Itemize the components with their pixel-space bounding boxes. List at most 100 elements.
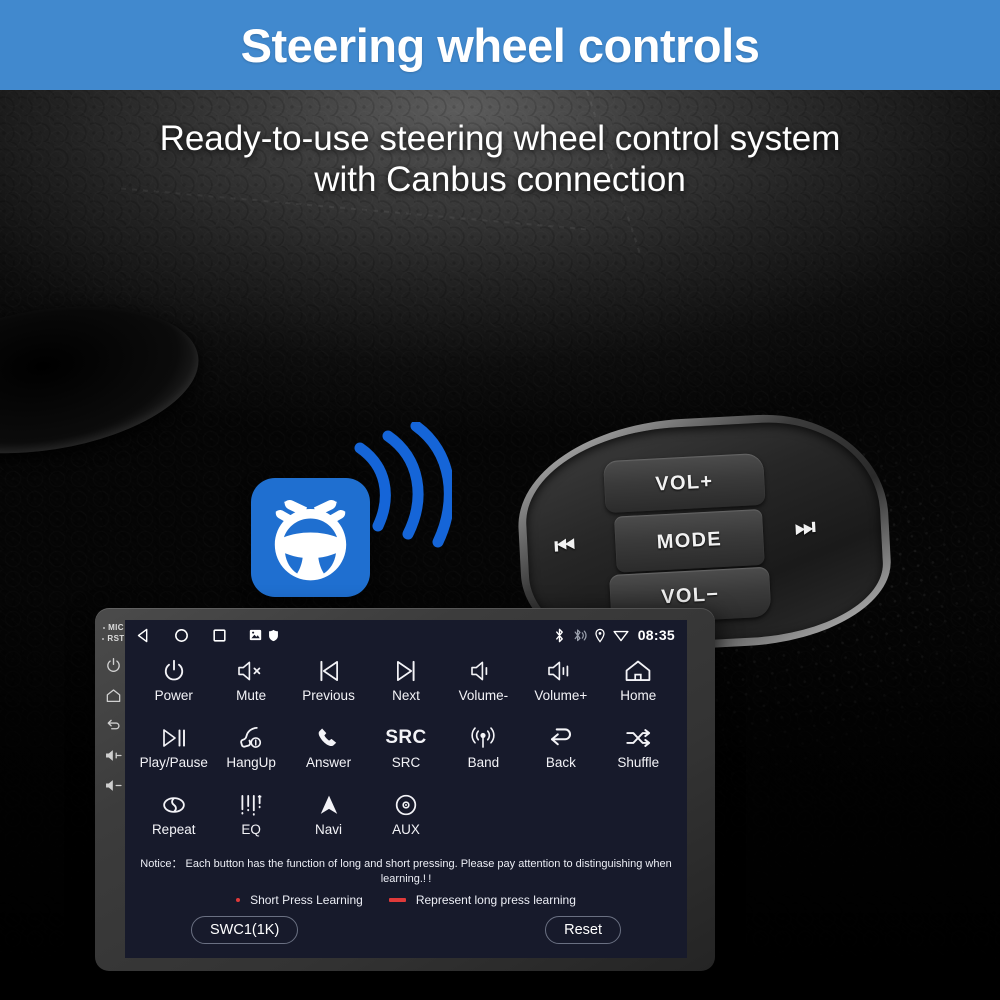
pad-next-button[interactable]: ⏭	[776, 501, 836, 552]
signal-waves-icon	[354, 422, 452, 548]
fn-label: Next	[392, 688, 420, 703]
power-icon	[161, 654, 187, 688]
fn-answer[interactable]: Answer	[290, 721, 367, 786]
pad-volume-up-button[interactable]: VOL+	[603, 452, 766, 514]
android-nav-buttons	[135, 627, 279, 644]
fn-label: Previous	[302, 688, 355, 703]
location-pin-icon	[595, 628, 605, 643]
fn-label: Shuffle	[617, 755, 660, 770]
play-pause-icon	[160, 721, 188, 755]
long-press-marker-icon	[388, 898, 406, 902]
grid-spacer	[445, 788, 522, 853]
head-unit-screen[interactable]: 08:35 Power Mute Previous Next Volume- V…	[125, 620, 687, 958]
home-icon[interactable]	[105, 687, 122, 704]
fn-label: Play/Pause	[139, 755, 208, 770]
fn-mute[interactable]: Mute	[212, 654, 289, 719]
gallery-icon[interactable]	[249, 629, 262, 641]
skip-next-icon	[393, 654, 419, 688]
short-press-label: Short Press Learning	[250, 893, 363, 907]
fn-next[interactable]: Next	[367, 654, 444, 719]
fn-label: Navi	[315, 822, 343, 837]
repeat-icon	[159, 788, 189, 822]
fn-shuffle[interactable]: Shuffle	[600, 721, 677, 786]
fn-band[interactable]: Band	[445, 721, 522, 786]
swc-channel-button[interactable]: SWC1(1K)	[191, 916, 299, 944]
header-banner: Steering wheel controls	[0, 0, 1000, 90]
fn-power[interactable]: Power	[135, 654, 212, 719]
notice-text: Notice： Each button has the function of …	[140, 858, 672, 885]
long-press-label: Represent long press learning	[415, 893, 576, 907]
back-icon[interactable]	[105, 717, 122, 734]
reset-button[interactable]: Reset	[545, 916, 621, 944]
fn-volume-down[interactable]: Volume-	[445, 654, 522, 719]
back-arrow-icon	[546, 721, 576, 755]
fn-play-pause[interactable]: Play/Pause	[135, 721, 212, 786]
bluetooth-audio-icon	[574, 628, 587, 641]
status-indicators: 08:35	[553, 627, 675, 643]
rst-label-row[interactable]: RST	[102, 633, 124, 644]
fn-src[interactable]: SRC SRC	[367, 721, 444, 786]
fn-eq[interactable]: EQ	[212, 788, 289, 853]
radio-band-icon	[469, 721, 497, 755]
fn-label: HangUp	[226, 755, 276, 770]
power-icon[interactable]	[105, 657, 122, 674]
fn-label: Answer	[306, 755, 352, 770]
fn-label: Repeat	[151, 822, 196, 837]
screen-button-row: SWC1(1K) Reset	[125, 916, 687, 944]
volume-down-icon[interactable]	[104, 777, 123, 794]
product-photo-stage: Ready-to-use steering wheel control syst…	[0, 90, 1000, 1000]
volume-up-icon[interactable]	[104, 747, 123, 764]
fn-volume-up[interactable]: Volume+	[522, 654, 599, 719]
fn-label: AUX	[392, 822, 420, 837]
phone-answer-icon	[315, 721, 343, 755]
rst-label: RST	[107, 634, 125, 643]
mic-label-row: MIC	[103, 622, 124, 633]
fn-hangup[interactable]: HangUp	[212, 721, 289, 786]
fn-repeat[interactable]: Repeat	[135, 788, 212, 853]
aux-disc-icon	[393, 788, 419, 822]
src-text-icon: SRC	[385, 721, 426, 755]
fn-previous[interactable]: Previous	[290, 654, 367, 719]
hero-subtitle: Ready-to-use steering wheel control syst…	[0, 118, 1000, 201]
home-icon	[624, 654, 652, 688]
fn-label: Back	[545, 755, 576, 770]
fn-label: Volume+	[534, 688, 588, 703]
android-status-bar: 08:35	[125, 620, 687, 650]
fn-back[interactable]: Back	[522, 721, 599, 786]
fn-label: Mute	[236, 688, 267, 703]
pad-previous-button[interactable]: ⏮	[536, 520, 594, 571]
skip-previous-icon	[316, 654, 342, 688]
home-circle-icon[interactable]	[173, 627, 190, 644]
navigation-arrow-icon	[316, 788, 342, 822]
fn-navi[interactable]: Navi	[290, 788, 367, 853]
volume-down-icon	[469, 654, 497, 688]
fn-label: Band	[467, 755, 500, 770]
equalizer-icon	[237, 788, 265, 822]
volume-up-icon	[546, 654, 576, 688]
reset-pinhole-icon[interactable]	[102, 637, 105, 640]
speaker-mute-icon	[236, 654, 266, 688]
bluetooth-icon	[555, 628, 563, 642]
fn-label: SRC	[391, 755, 421, 770]
fn-label: Volume-	[458, 688, 509, 703]
mic-pinhole-icon	[103, 626, 106, 629]
phone-hangup-icon	[237, 721, 265, 755]
fn-aux[interactable]: AUX	[367, 788, 444, 853]
learning-legend: Short Press Learning Represent long pres…	[125, 893, 687, 907]
status-clock: 08:35	[637, 627, 675, 643]
fn-label: Home	[620, 688, 657, 703]
recents-square-icon[interactable]	[211, 627, 228, 644]
grid-spacer	[522, 788, 599, 853]
pad-mode-button[interactable]: MODE	[614, 508, 765, 573]
mic-label: MIC	[108, 623, 124, 632]
fn-home[interactable]: Home	[600, 654, 677, 719]
src-icon-text: SRC	[385, 727, 427, 748]
swc-function-grid: Power Mute Previous Next Volume- Volume+…	[125, 650, 687, 853]
car-head-unit: MIC RST 08:35 Power Mute Previous Next V…	[95, 608, 715, 971]
short-press-marker-icon	[236, 898, 241, 902]
hero-subtitle-line-1: Ready-to-use steering wheel control syst…	[159, 119, 841, 158]
back-triangle-icon[interactable]	[135, 627, 152, 644]
hero-subtitle-line-2: with Canbus connection	[314, 160, 686, 200]
shield-icon[interactable]	[268, 629, 279, 642]
shuffle-icon	[623, 721, 653, 755]
